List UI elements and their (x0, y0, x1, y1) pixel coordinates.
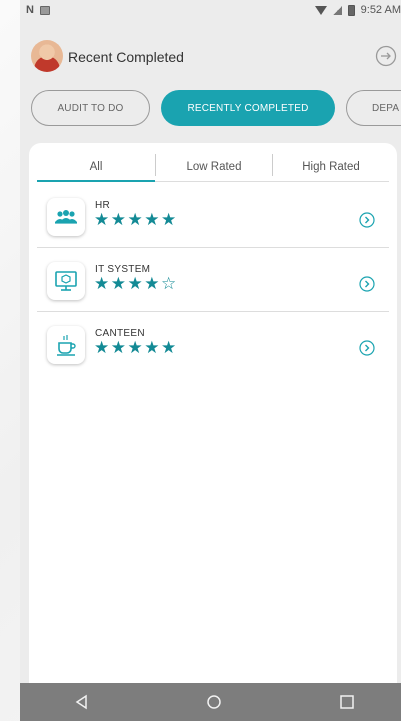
app-header: Recent Completed (20, 38, 401, 78)
image-notification-icon (39, 5, 50, 15)
active-filter-indicator (37, 180, 155, 182)
chevron-right-circle-icon[interactable] (359, 212, 375, 228)
star-rating: ★★★★☆ (94, 274, 178, 293)
recents-icon[interactable] (337, 692, 357, 712)
top-tabs: AUDIT TO DO RECENTLY COMPLETED DEPA (20, 90, 401, 128)
home-icon[interactable] (204, 692, 224, 712)
filter-high-rated[interactable]: High Rated (273, 152, 389, 182)
star-rating: ★★★★★ (94, 338, 178, 357)
app-screen: N 9:52 AM Recent Completed AUDIT TO DO R… (20, 0, 401, 721)
notification-n-icon: N (26, 4, 34, 16)
tab-recently-completed[interactable]: RECENTLY COMPLETED (161, 90, 335, 126)
list-item-hr[interactable]: HR ★★★★★ (37, 186, 389, 248)
wifi-icon (314, 5, 327, 15)
background: N 9:52 AM Recent Completed AUDIT TO DO R… (0, 0, 401, 721)
status-time: 9:52 AM (360, 4, 401, 16)
computer-icon (47, 262, 85, 300)
coffee-cup-icon (47, 326, 85, 364)
back-icon[interactable] (72, 692, 92, 712)
list-item-it-system[interactable]: IT SYSTEM ★★★★☆ (37, 250, 389, 312)
battery-icon (347, 4, 355, 16)
tab-department[interactable]: DEPA (346, 90, 401, 126)
list-item-canteen[interactable]: CANTEEN ★★★★★ (37, 314, 389, 376)
filter-low-rated[interactable]: Low Rated (156, 152, 272, 182)
chevron-right-circle-icon[interactable] (359, 276, 375, 292)
filter-all[interactable]: All (37, 152, 155, 182)
logout-icon[interactable] (375, 45, 397, 67)
rating-filter: All Low Rated High Rated (37, 152, 389, 182)
row-divider (37, 247, 389, 248)
star-rating: ★★★★★ (94, 210, 178, 229)
row-divider (37, 311, 389, 312)
status-bar: N 9:52 AM (20, 0, 401, 22)
tab-audit-to-do[interactable]: AUDIT TO DO (31, 90, 150, 126)
system-navigation-bar (20, 683, 401, 721)
page-title: Recent Completed (68, 49, 184, 65)
avatar[interactable] (31, 40, 63, 72)
signal-icon (332, 5, 342, 15)
completed-list-card: All Low Rated High Rated HR ★★★★★ IT SYS… (29, 143, 397, 683)
people-icon (47, 198, 85, 236)
chevron-right-circle-icon[interactable] (359, 340, 375, 356)
